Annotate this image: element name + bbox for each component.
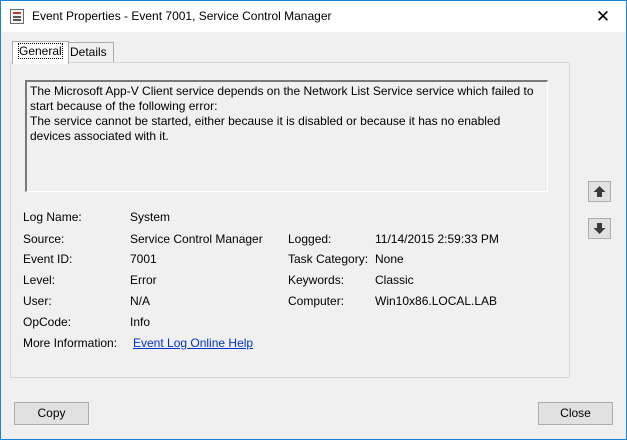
computer-label: Computer:	[288, 294, 345, 308]
event-log-online-help-link[interactable]: Event Log Online Help	[133, 336, 253, 350]
keywords-value: Classic	[375, 273, 414, 287]
logged-label: Logged:	[288, 232, 332, 246]
event-viewer-icon	[10, 9, 24, 24]
previous-event-button[interactable]	[588, 181, 611, 202]
computer-value: Win10x86.LOCAL.LAB	[375, 294, 498, 308]
window-title: Event Properties - Event 7001, Service C…	[32, 9, 332, 23]
event-id-label: Event ID:	[23, 252, 73, 266]
event-properties-dialog: Event Properties - Event 7001, Service C…	[0, 0, 627, 440]
next-event-button[interactable]	[588, 218, 611, 239]
keywords-label: Keywords:	[288, 273, 345, 287]
user-value: N/A	[130, 294, 151, 308]
source-value: Service Control Manager	[130, 232, 263, 246]
tab-general-label: General	[18, 43, 63, 59]
close-button[interactable]: Close	[538, 402, 613, 425]
log-name-value: System	[130, 210, 171, 224]
more-information-label: More Information:	[23, 336, 118, 350]
task-category-value: None	[375, 252, 404, 266]
opcode-label: OpCode:	[23, 315, 72, 329]
copy-button[interactable]: Copy	[14, 402, 89, 425]
logged-value: 11/14/2015 2:59:33 PM	[375, 232, 499, 246]
task-category-label: Task Category:	[288, 252, 369, 266]
description-line-1: The Microsoft App-V Client service depen…	[30, 84, 534, 113]
log-name-label: Log Name:	[23, 210, 82, 224]
level-value: Error	[130, 273, 157, 287]
arrow-down-icon	[593, 223, 606, 234]
event-description[interactable]: The Microsoft App-V Client service depen…	[25, 80, 548, 192]
window-close-button[interactable]: ✕	[580, 1, 626, 32]
tab-details-label: Details	[70, 45, 107, 59]
event-id-value: 7001	[130, 252, 157, 266]
arrow-up-icon	[593, 186, 606, 197]
source-label: Source:	[23, 232, 65, 246]
tab-general[interactable]: General	[12, 41, 69, 64]
title-bar[interactable]: Event Properties - Event 7001, Service C…	[1, 1, 626, 32]
user-label: User:	[23, 294, 52, 308]
level-label: Level:	[23, 273, 56, 287]
opcode-value: Info	[130, 315, 151, 329]
tab-details[interactable]: Details	[63, 42, 114, 62]
description-line-2: The service cannot be started, either be…	[30, 114, 501, 143]
